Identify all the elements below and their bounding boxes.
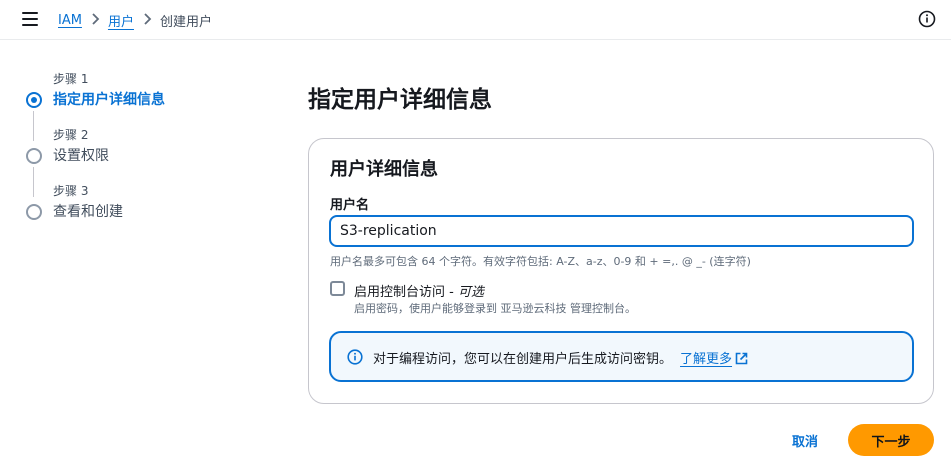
step-title: 设置权限 — [53, 148, 109, 164]
step-title: 指定用户详细信息 — [53, 92, 165, 108]
breadcrumb: IAM 用户 创建用户 — [58, 11, 212, 30]
username-label: 用户名 — [330, 198, 370, 213]
step-inactive-icon — [26, 204, 42, 220]
cancel-button[interactable]: 取消 — [779, 426, 831, 454]
user-details-card: 用户详细信息 用户名 用户名最多可包含 64 个字符。有效字符包括: A-Z、a… — [308, 138, 934, 404]
console-access-description: 启用密码，使用户能够登录到 亚马逊云科技 管理控制台。 — [354, 302, 636, 315]
info-icon — [347, 349, 363, 365]
optional-text: 可选 — [457, 285, 484, 300]
wizard-steps: 步骤 1 指定用户详细信息 步骤 2 设置权限 步骤 3 查看和创建 — [24, 70, 284, 238]
step-title: 查看和创建 — [53, 204, 123, 220]
username-hint: 用户名最多可包含 64 个字符。有效字符包括: A-Z、a-z、0-9 和 + … — [330, 255, 751, 268]
breadcrumb-users[interactable]: 用户 — [108, 11, 134, 30]
breadcrumb-current: 创建用户 — [159, 15, 212, 30]
username-input[interactable] — [329, 215, 914, 247]
step-3: 步骤 3 查看和创建 — [24, 182, 284, 238]
console-access-label[interactable]: 启用控制台访问 - 可选 — [354, 281, 484, 300]
step-number: 步骤 3 — [53, 184, 89, 198]
console-access-text: 启用控制台访问 - — [354, 285, 458, 300]
step-active-icon — [26, 92, 42, 108]
page-title: 指定用户详细信息 — [308, 87, 492, 113]
next-button[interactable]: 下一步 — [848, 424, 934, 456]
step-2: 步骤 2 设置权限 — [24, 126, 284, 197]
console-access-checkbox[interactable] — [330, 281, 345, 296]
menu-icon[interactable] — [22, 12, 38, 26]
step-inactive-icon — [26, 148, 42, 164]
info-icon[interactable] — [918, 10, 936, 28]
top-navigation-bar: IAM 用户 创建用户 — [0, 0, 951, 40]
step-number: 步骤 1 — [53, 72, 89, 86]
card-title: 用户详细信息 — [330, 159, 438, 180]
alert-message: 对于编程访问，您可以在创建用户后生成访问密钥。 — [373, 352, 673, 367]
step-1: 步骤 1 指定用户详细信息 — [24, 70, 284, 141]
step-number: 步骤 2 — [53, 128, 89, 142]
info-alert: 对于编程访问，您可以在创建用户后生成访问密钥。 了解更多 — [329, 331, 914, 382]
learn-more-link[interactable]: 了解更多 — [680, 352, 748, 367]
alert-text: 对于编程访问，您可以在创建用户后生成访问密钥。 了解更多 — [373, 348, 748, 367]
learn-more-label: 了解更多 — [680, 352, 733, 367]
breadcrumb-iam[interactable]: IAM — [58, 13, 82, 28]
external-link-icon — [735, 352, 748, 365]
chevron-right-icon — [82, 12, 108, 29]
chevron-right-icon — [134, 12, 160, 29]
